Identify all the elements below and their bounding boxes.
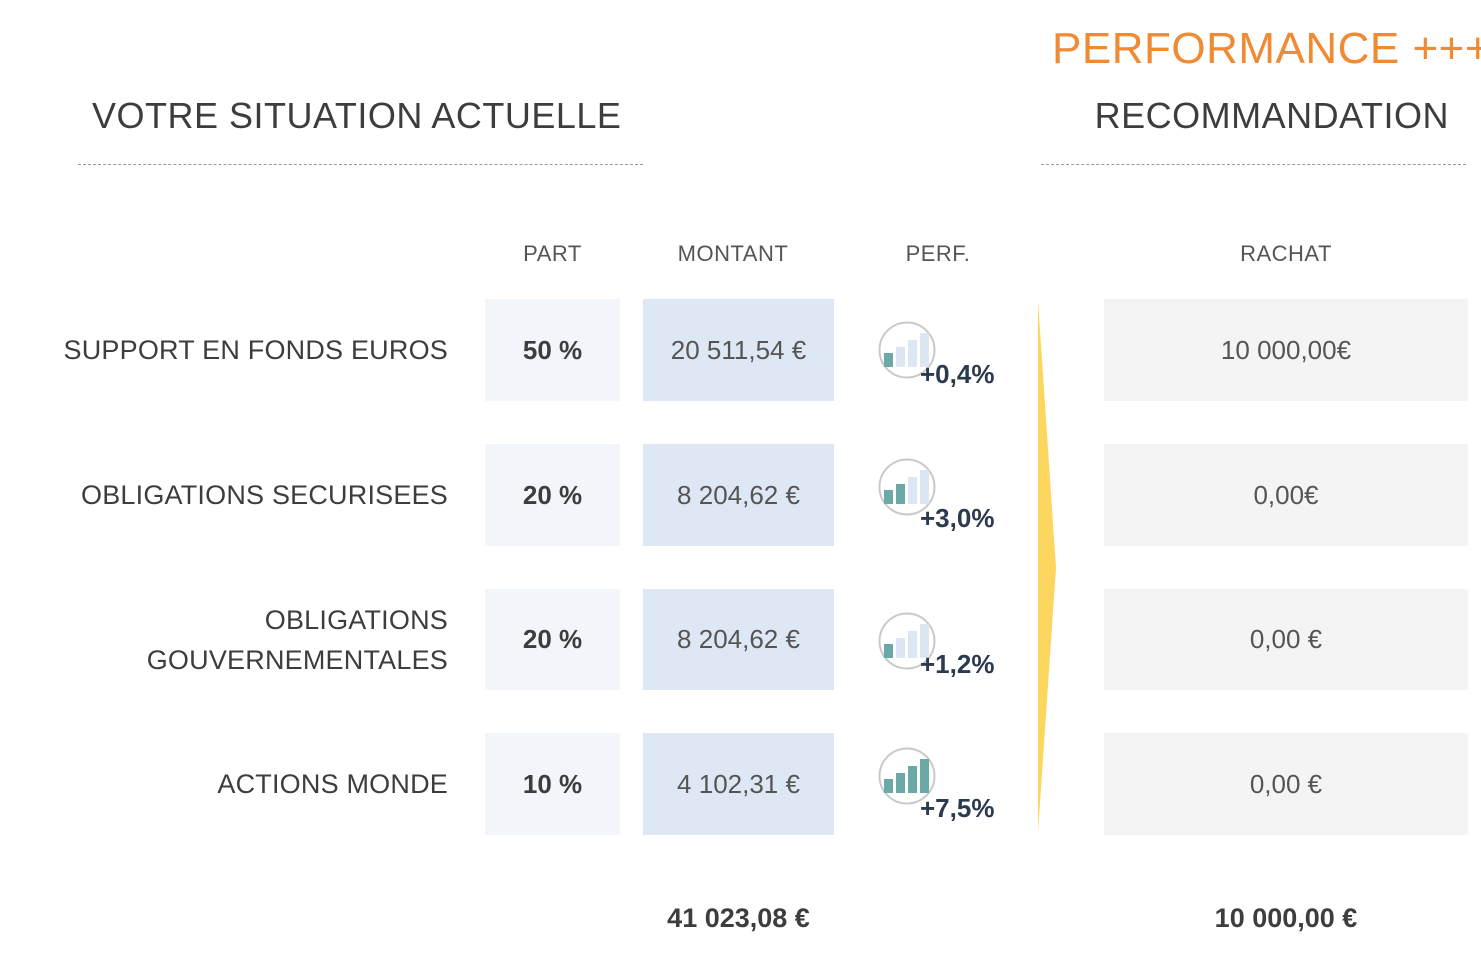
montant-cell: 20 511,54 € — [643, 299, 834, 401]
column-header-montant: MONTANT — [677, 241, 789, 266]
part-cell: 50 % — [485, 299, 620, 401]
row-label-line: OBLIGATIONS SECURISEES — [81, 480, 448, 510]
perf-value: +1,2% — [920, 649, 995, 679]
perf-value: +0,4% — [920, 359, 995, 389]
row-label-line: GOUVERNEMENTALES — [146, 645, 448, 675]
icon-bar — [908, 477, 917, 504]
icon-bar — [884, 644, 893, 658]
icon-bar — [884, 353, 893, 367]
montant-cell: 4 102,31 € — [643, 733, 834, 835]
row-label-actions-monde: ACTIONS MONDE — [40, 764, 448, 804]
column-header-rachat: RACHAT — [1240, 241, 1332, 266]
rachat-cell: 0,00€ — [1104, 444, 1468, 546]
row-label-line: SUPPORT EN FONDS EUROS — [63, 335, 448, 365]
montant-cell: 8 204,62 € — [643, 589, 834, 690]
row-label-obligations-gouvernementales: OBLIGATIONS GOUVERNEMENTALES — [40, 600, 448, 680]
icon-bar — [884, 490, 893, 504]
icon-bar — [908, 766, 917, 793]
icon-bar — [896, 484, 905, 504]
icon-bar — [908, 340, 917, 367]
total-rachat: 10 000,00 € — [1214, 903, 1358, 933]
rachat-cell: 10 000,00€ — [1104, 299, 1468, 401]
total-montant: 41 023,08 € — [667, 903, 810, 933]
icon-bar — [884, 779, 893, 793]
part-cell: 20 % — [485, 589, 620, 690]
part-cell: 10 % — [485, 733, 620, 835]
recommendation-divider — [1041, 164, 1466, 165]
icon-bar — [896, 638, 905, 658]
column-header-part: PART — [523, 241, 582, 266]
icon-bar — [920, 470, 929, 504]
part-cell: 20 % — [485, 444, 620, 546]
icon-bar — [896, 773, 905, 793]
recommendation-title: RECOMMANDATION — [1094, 95, 1449, 136]
performance-badge: PERFORMANCE +++ — [1052, 24, 1481, 73]
montant-cell: 8 204,62 € — [643, 444, 834, 546]
icon-bar — [896, 347, 905, 367]
column-header-perf: PERF. — [905, 241, 971, 266]
perf-value: +3,0% — [920, 503, 995, 533]
current-situation-divider — [78, 164, 643, 165]
icon-bar — [908, 631, 917, 658]
rachat-cell: 0,00 € — [1104, 589, 1468, 690]
rachat-cell: 0,00 € — [1104, 733, 1468, 835]
icon-bar — [920, 759, 929, 793]
row-label-obligations-securisees: OBLIGATIONS SECURISEES — [40, 475, 448, 515]
row-label-line: OBLIGATIONS — [264, 605, 448, 635]
row-label-support-fonds-euros: SUPPORT EN FONDS EUROS — [40, 330, 448, 370]
row-label-line: ACTIONS MONDE — [217, 769, 448, 799]
current-situation-title: VOTRE SITUATION ACTUELLE — [92, 95, 622, 136]
perf-value: +7,5% — [920, 793, 995, 823]
chevron-right-arrow-icon — [1038, 300, 1056, 832]
